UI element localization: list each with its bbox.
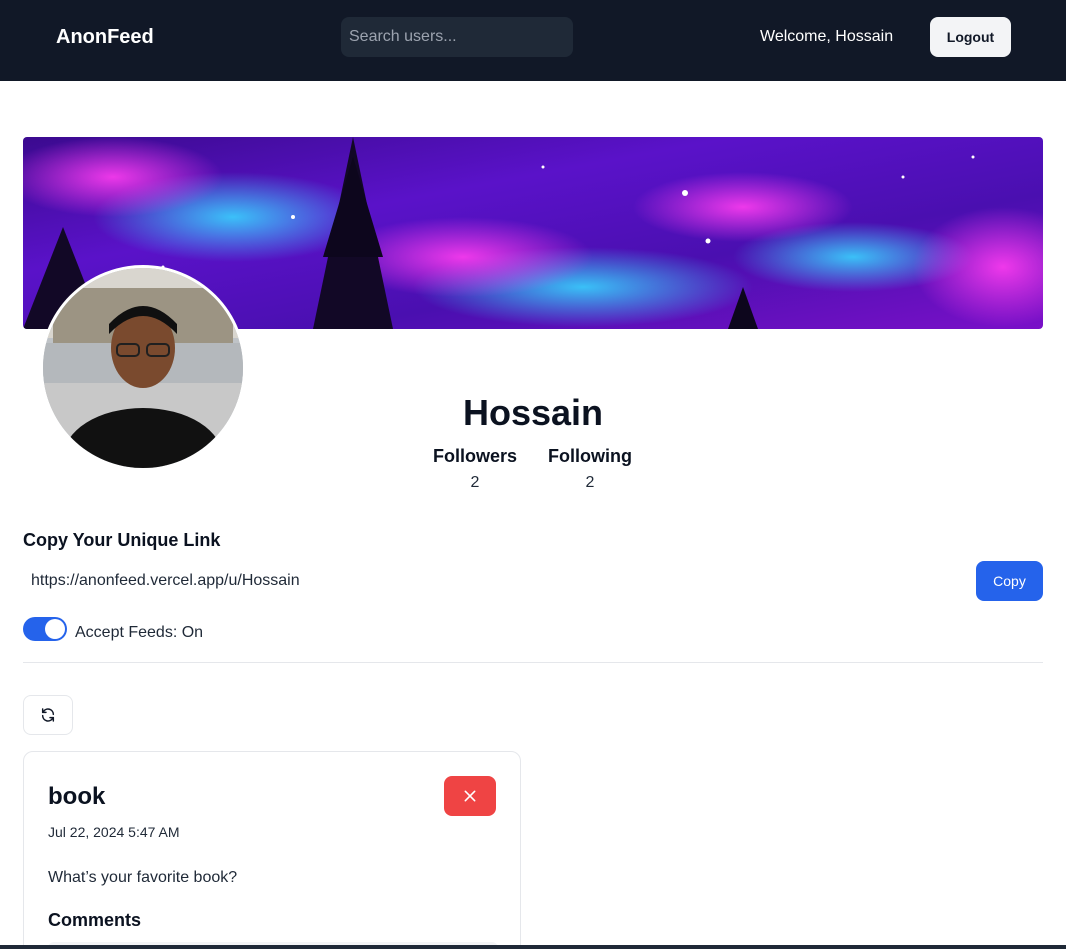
bottom-edge-strip [0,945,1066,949]
refresh-icon [41,708,55,722]
message-title: book [48,783,106,810]
welcome-text: Welcome, Hossain [760,28,894,45]
top-navbar: AnonFeed Welcome, Hossain Logout [0,0,1066,81]
profile-avatar [40,265,246,471]
following-stat[interactable]: Following 2 [535,446,645,492]
unique-link-heading: Copy Your Unique Link [23,530,221,550]
profile-username: Hossain [462,392,604,433]
message-date: Jul 22, 2024 5:47 AM [48,824,180,840]
comments-heading: Comments [48,910,142,930]
unique-link-field[interactable] [23,561,963,601]
brand-logo-text[interactable]: AnonFeed [56,26,154,49]
message-content: What’s your favorite book? [48,869,238,886]
search-users-input[interactable] [341,17,573,57]
logout-button[interactable]: Logout [930,17,1011,57]
close-icon [464,790,476,802]
message-card: book Jul 22, 2024 5:47 AM What’s your fa… [23,751,521,949]
following-count: 2 [585,474,595,491]
followers-stat[interactable]: Followers 2 [420,446,530,492]
following-label: Following [548,446,632,466]
accept-feeds-toggle[interactable] [23,617,67,641]
refresh-feeds-button[interactable] [23,695,73,735]
copy-link-button[interactable]: Copy [976,561,1043,601]
followers-label: Followers [432,446,517,466]
delete-message-button[interactable] [444,776,496,816]
toggle-knob [45,619,65,639]
followers-count: 2 [470,474,480,491]
section-divider [23,662,1043,663]
accept-feeds-label: Accept Feeds: On [75,624,204,641]
